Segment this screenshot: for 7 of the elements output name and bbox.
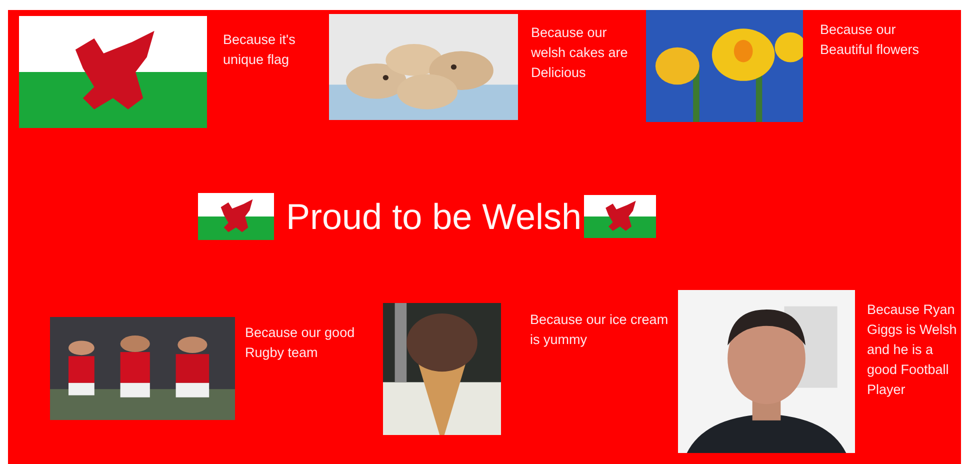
caption: Because our ice cream is yummy [530, 311, 670, 349]
caption: Because it's unique flag [223, 31, 296, 69]
page-title: Proud to be Welsh [286, 194, 582, 238]
caption: Because our welsh cakes are Delicious [531, 24, 629, 82]
caption: Because Ryan Giggs is Welsh and he is a good Football Player [867, 301, 958, 399]
caption: Because our good Rugby team [245, 324, 356, 362]
caption: Because our Beautiful flowers [820, 21, 920, 59]
